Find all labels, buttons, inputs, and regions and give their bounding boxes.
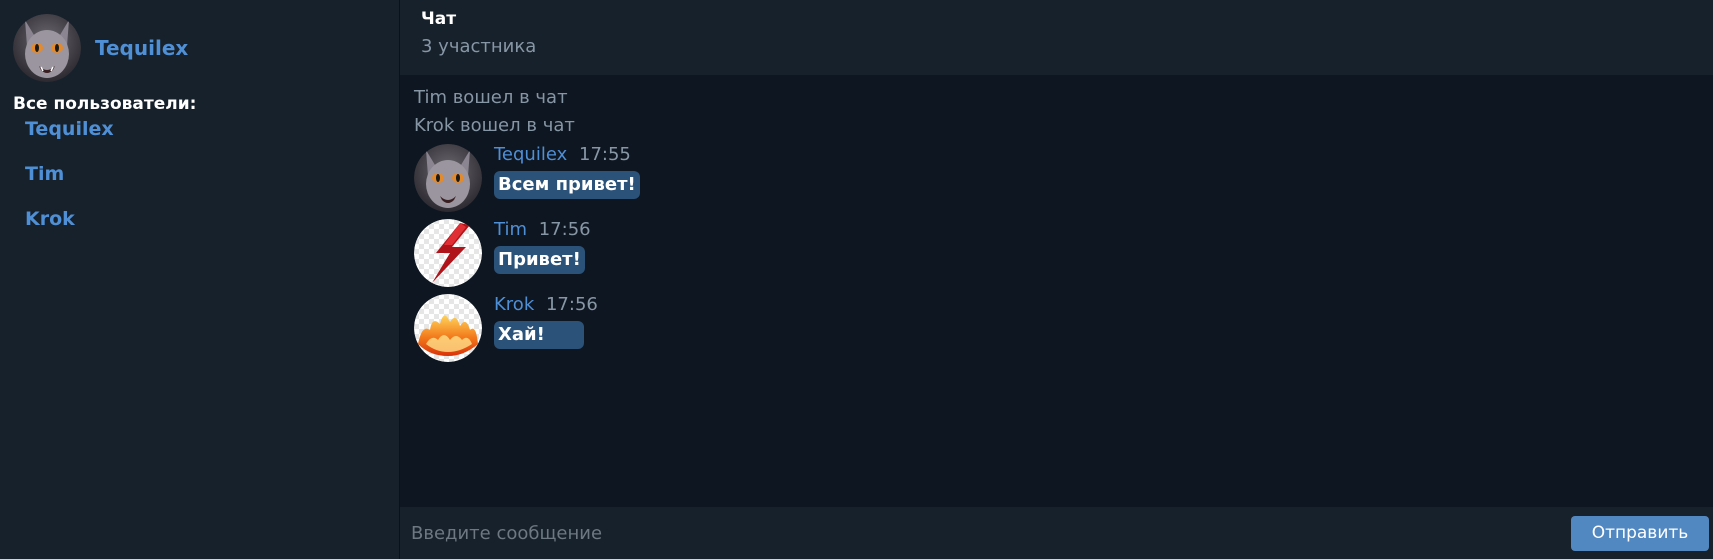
current-user-name[interactable]: Tequilex xyxy=(95,36,188,60)
message-time: 17:56 xyxy=(545,294,598,315)
users-list: Tequilex Tim Krok xyxy=(25,118,114,253)
message-bubble: Привет! xyxy=(494,246,585,274)
chat-main: Чат 3 участника Tim вошел в чат Krok вош… xyxy=(400,0,1713,559)
message-body: Tim 17:56 Привет! xyxy=(494,219,591,294)
lightning-avatar-icon[interactable] xyxy=(414,219,482,287)
sidebar: Tequilex Все пользователи: Tequilex Tim … xyxy=(0,0,400,559)
user-list-item-krok[interactable]: Krok xyxy=(25,208,114,253)
message-item: Tequilex 17:55 Всем привет! xyxy=(414,144,1713,219)
message-author[interactable]: Tim xyxy=(494,219,527,240)
system-message: Tim вошел в чат xyxy=(414,87,568,108)
message-time: 17:55 xyxy=(579,144,631,165)
message-bubble: Хай! xyxy=(494,321,584,349)
send-button[interactable]: Отправить xyxy=(1571,515,1709,551)
message-body: Krok 17:56 Хай! xyxy=(494,294,598,369)
message-author[interactable]: Tequilex xyxy=(494,144,567,165)
message-meta: Krok 17:56 xyxy=(494,294,598,321)
system-message: Krok вошел в чат xyxy=(414,115,575,136)
message-item: Krok 17:56 Хай! xyxy=(414,294,1713,369)
message-author[interactable]: Krok xyxy=(494,294,534,315)
message-list: Tequilex 17:55 Всем привет! Tim 17:56 Пр… xyxy=(414,144,1713,369)
user-list-item-tim[interactable]: Tim xyxy=(25,163,114,208)
chat-app: Tequilex Все пользователи: Tequilex Tim … xyxy=(0,0,1713,559)
message-item: Tim 17:56 Привет! xyxy=(414,219,1713,294)
message-meta: Tim 17:56 xyxy=(494,219,591,246)
message-time: 17:56 xyxy=(538,219,591,240)
cat-avatar-icon xyxy=(13,14,81,82)
fire-avatar-icon[interactable] xyxy=(414,294,482,362)
cat-avatar-icon[interactable] xyxy=(414,144,482,212)
users-list-title: Все пользователи: xyxy=(13,94,197,114)
user-list-item-tequilex[interactable]: Tequilex xyxy=(25,118,114,163)
message-bubble: Всем привет! xyxy=(494,171,640,199)
message-input[interactable] xyxy=(411,522,1571,544)
message-meta: Tequilex 17:55 xyxy=(494,144,640,171)
chat-header: Чат 3 участника xyxy=(400,0,1713,75)
current-user: Tequilex xyxy=(13,14,188,82)
chat-participants-count: 3 участника xyxy=(421,36,537,57)
chat-title: Чат xyxy=(421,9,457,29)
message-composer: Отправить xyxy=(400,507,1713,559)
message-body: Tequilex 17:55 Всем привет! xyxy=(494,144,640,219)
message-area: Tim вошел в чат Krok вошел в чат Tequile… xyxy=(400,75,1713,507)
